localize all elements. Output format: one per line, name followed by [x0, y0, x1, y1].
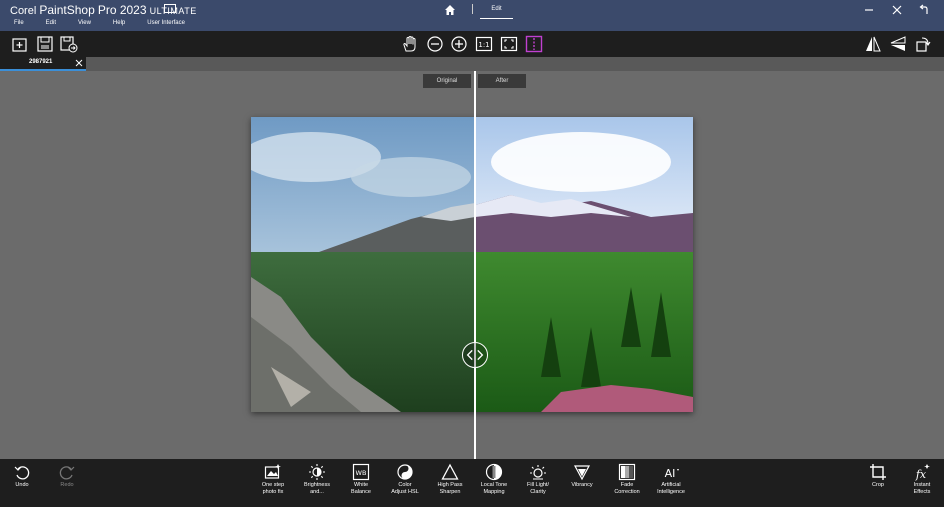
- brand-product: PaintShop: [39, 3, 95, 17]
- redo-button[interactable]: Redo: [45, 463, 89, 489]
- vibrancy-label: Vibrancy: [571, 482, 593, 488]
- redo-label: Redo: [60, 482, 74, 488]
- adjustment-toolbar: Undo Redo One step photo fix Brightness …: [0, 459, 944, 507]
- one-step-photo-fix-icon: [264, 464, 281, 479]
- image-canvas[interactable]: Original After: [0, 71, 944, 459]
- color-adjust-hsl-button[interactable]: Color Adjust HSL: [383, 463, 427, 496]
- one-step-photo-fix-button[interactable]: One step photo fix: [251, 463, 295, 496]
- save-as-icon[interactable]: [60, 35, 78, 53]
- close-icon[interactable]: [890, 3, 904, 17]
- crop-label: Crop: [872, 482, 884, 488]
- vibrancy-icon: [573, 465, 591, 481]
- high-pass-sharpen-button[interactable]: High Pass Sharpen: [428, 463, 472, 496]
- menu-file[interactable]: File: [14, 20, 24, 26]
- rotate-icon[interactable]: [914, 35, 932, 53]
- undo-label: Undo: [15, 482, 29, 488]
- white-balance-icon: WB: [352, 463, 370, 481]
- split-handle-icon[interactable]: [462, 342, 488, 368]
- after-label: After: [478, 74, 526, 88]
- close-icon[interactable]: [75, 59, 83, 67]
- one-step-photo-fix-label: One step photo fix: [261, 482, 285, 495]
- app-window: Corel PaintShop Pro 2023 ULTIMATE File E…: [0, 0, 944, 507]
- fade-correction-button[interactable]: Fade Correction: [605, 463, 649, 496]
- home-icon[interactable]: [444, 4, 456, 16]
- tab-edit[interactable]: Edit: [480, 3, 513, 19]
- instant-effects-icon: fx: [915, 464, 930, 481]
- menu-user-interface[interactable]: User Interface: [147, 20, 185, 26]
- brightness-button[interactable]: Brightness and...: [295, 463, 339, 496]
- crop-button[interactable]: Crop: [856, 463, 900, 489]
- title-separator: [472, 4, 473, 14]
- brand-pro: Pro 2023: [97, 3, 147, 17]
- fade-correction-icon: [618, 463, 636, 481]
- fill-light-icon: [530, 465, 546, 480]
- brand-corel: Corel: [10, 5, 37, 17]
- menu-bar: File Edit View Help User Interface: [14, 20, 207, 26]
- original-label: Original: [423, 74, 471, 88]
- artificial-intelligence-button[interactable]: AI Artificial Intelligence: [649, 463, 693, 496]
- svg-text:fx: fx: [915, 468, 927, 481]
- back-arrow-icon[interactable]: [917, 3, 931, 17]
- undo-icon: [14, 466, 30, 480]
- menu-help[interactable]: Help: [113, 20, 125, 26]
- svg-text:1:1: 1:1: [478, 41, 489, 49]
- minimize-icon[interactable]: [862, 3, 876, 17]
- crop-icon: [870, 464, 886, 480]
- fill-light-label: Fill Light/ Clarity: [526, 482, 549, 495]
- white-balance-label: White Balance: [351, 482, 371, 495]
- undo-button[interactable]: Undo: [0, 463, 44, 489]
- vibrancy-button[interactable]: Vibrancy: [560, 463, 604, 489]
- instant-effects-button[interactable]: fx Instant Effects: [900, 463, 944, 496]
- zoom-in-icon[interactable]: [450, 35, 468, 53]
- white-balance-button[interactable]: WB White Balance: [339, 463, 383, 496]
- svg-text:AI: AI: [665, 467, 676, 480]
- fade-correction-label: Fade Correction: [614, 482, 640, 495]
- title-bar: Corel PaintShop Pro 2023 ULTIMATE File E…: [0, 0, 944, 31]
- fill-light-clarity-button[interactable]: Fill Light/ Clarity: [516, 463, 560, 496]
- document-tab-strip: 2987921: [0, 57, 944, 71]
- new-file-icon[interactable]: [11, 35, 29, 53]
- flip-horizontal-icon[interactable]: [864, 35, 882, 53]
- actual-size-icon[interactable]: 1:1: [475, 35, 493, 53]
- color-adjust-icon: [397, 464, 413, 480]
- split-divider[interactable]: [474, 71, 476, 459]
- split-compare-icon[interactable]: [525, 35, 543, 53]
- document-tab-label: 2987921: [29, 59, 53, 65]
- high-pass-sharpen-label: High Pass Sharpen: [437, 482, 463, 495]
- local-tone-mapping-label: Local Tone Mapping: [480, 482, 508, 495]
- local-tone-mapping-icon: [485, 463, 503, 481]
- document-tab[interactable]: 2987921: [0, 57, 86, 71]
- save-icon[interactable]: [36, 35, 54, 53]
- redo-icon: [59, 466, 75, 480]
- color-adjust-label: Color Adjust HSL: [391, 482, 419, 495]
- zoom-out-icon[interactable]: [426, 35, 444, 53]
- brightness-icon: [309, 464, 325, 480]
- pan-hand-icon[interactable]: [401, 35, 419, 53]
- main-toolbar: 1:1: [0, 31, 944, 57]
- monitor-icon[interactable]: [164, 4, 176, 13]
- ai-icon: AI: [665, 467, 679, 480]
- local-tone-mapping-button[interactable]: Local Tone Mapping: [472, 463, 516, 496]
- svg-text:WB: WB: [356, 469, 367, 477]
- artificial-intelligence-label: Artificial Intelligence: [657, 482, 685, 495]
- menu-view[interactable]: View: [78, 20, 91, 26]
- high-pass-sharpen-icon: [441, 463, 459, 480]
- flip-vertical-icon[interactable]: [889, 35, 907, 53]
- brightness-label: Brightness and...: [304, 482, 330, 495]
- instant-effects-label: Instant Effects: [913, 482, 931, 495]
- menu-edit[interactable]: Edit: [46, 20, 56, 26]
- fit-to-window-icon[interactable]: [500, 35, 518, 53]
